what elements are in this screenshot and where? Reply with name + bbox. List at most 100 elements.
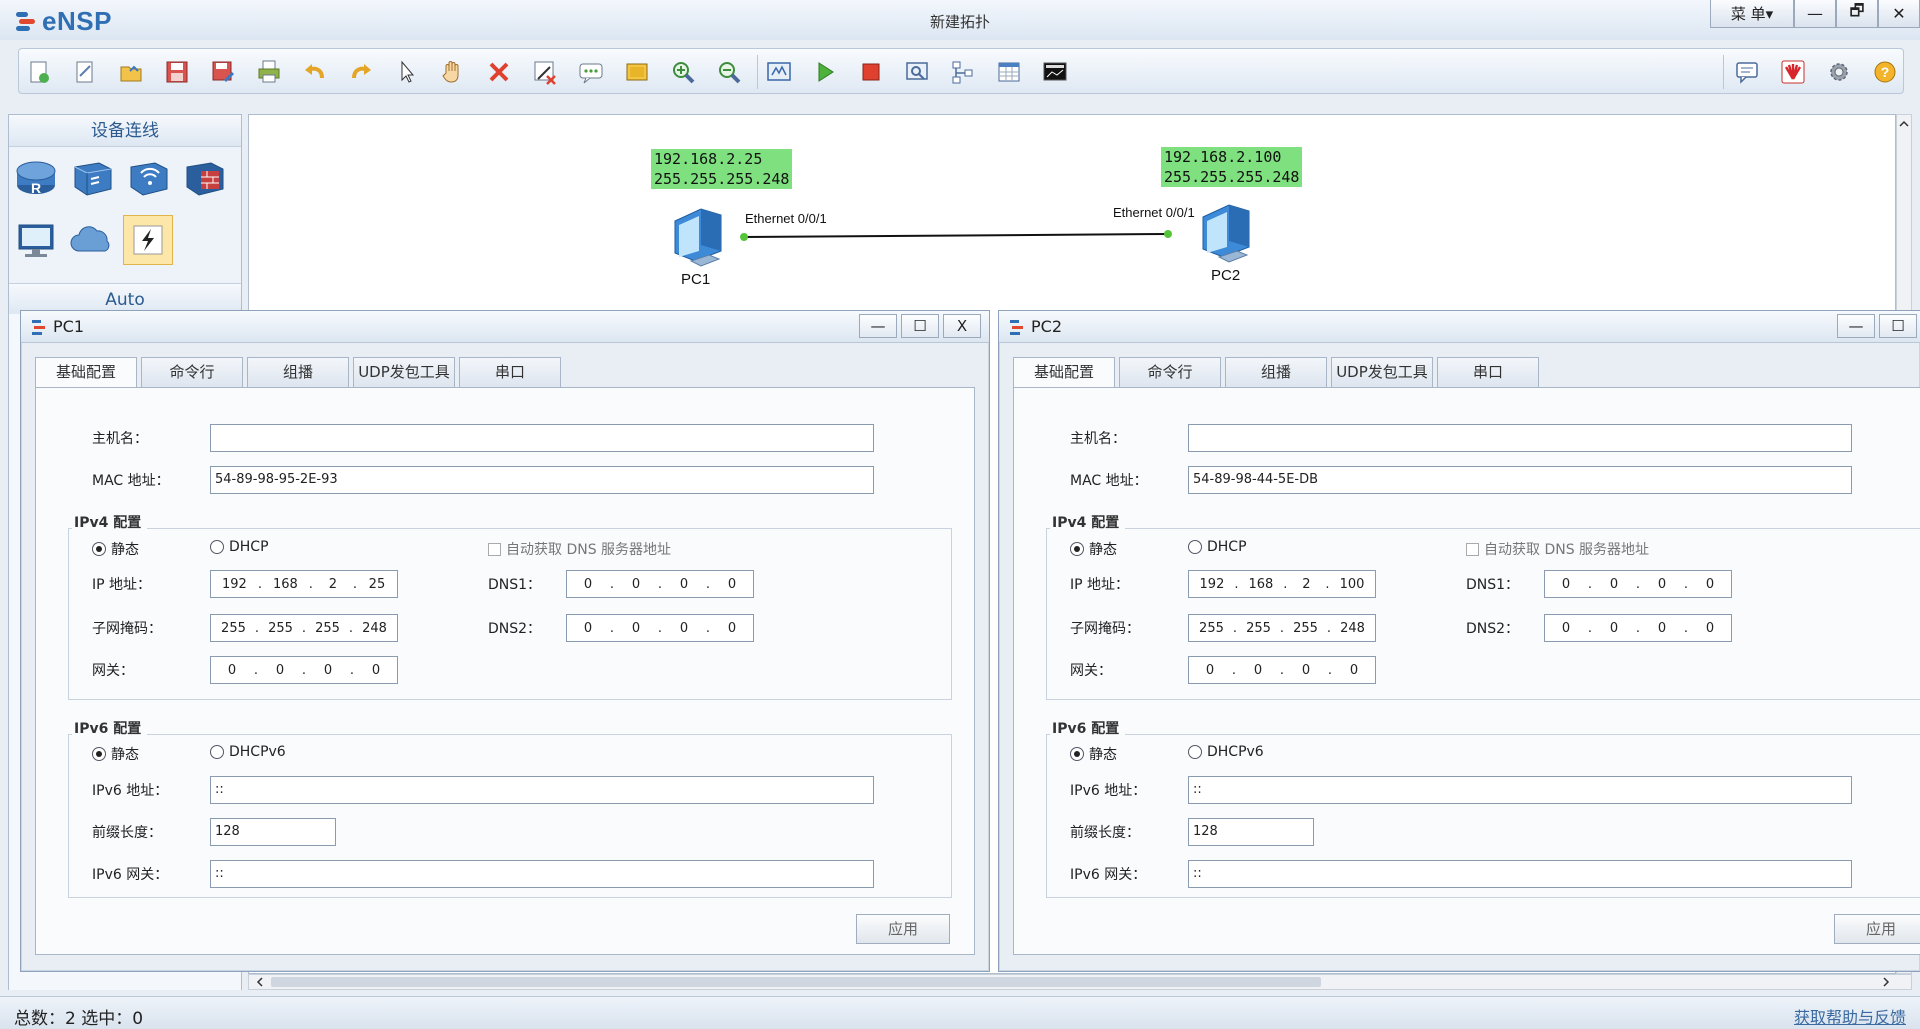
huawei-icon[interactable] <box>1777 56 1809 88</box>
close-button[interactable]: ✕ <box>1878 0 1920 28</box>
wlan-device-icon[interactable] <box>123 153 173 203</box>
dns1-input[interactable]: 0.0.0.0 <box>566 570 754 598</box>
scroll-up-icon <box>1899 120 1909 127</box>
router-device-icon[interactable]: R <box>11 153 61 203</box>
menu-button[interactable]: 菜 单▾ <box>1710 0 1794 28</box>
save-as-icon[interactable] <box>207 56 239 88</box>
pc1-close-button[interactable]: X <box>943 314 981 338</box>
mac-input[interactable]: 54-89-98-44-5E-DB <box>1188 466 1852 494</box>
ipv6-dhcpv6-radio[interactable]: DHCPv6 <box>210 744 286 760</box>
ipv6-gateway-input[interactable]: :: <box>1188 860 1852 888</box>
tab-serial[interactable]: 串口 <box>459 357 561 387</box>
open-icon[interactable] <box>115 56 147 88</box>
toolbar: ? <box>18 48 1904 94</box>
pc2-name-label: PC2 <box>1211 267 1241 284</box>
minimize-button[interactable]: — <box>1794 0 1836 28</box>
gateway-input[interactable]: 0.0.0.0 <box>210 656 398 684</box>
ipv6-gateway-input[interactable]: :: <box>210 860 874 888</box>
undo-icon[interactable] <box>299 56 331 88</box>
text-icon[interactable] <box>575 56 607 88</box>
restore-button[interactable]: 🗗 <box>1836 0 1878 28</box>
ipv4-dhcp-radio[interactable]: DHCP <box>1188 539 1247 555</box>
capture-icon[interactable] <box>901 56 933 88</box>
horizontal-scrollbar[interactable] <box>248 974 1912 990</box>
stop-icon[interactable] <box>855 56 887 88</box>
mac-input[interactable]: 54-89-98-95-2E-93 <box>210 466 874 494</box>
ipv6-static-radio[interactable]: 静态 <box>92 744 139 764</box>
tab-command-line[interactable]: 命令行 <box>1119 357 1221 387</box>
link-layer <box>740 230 1172 241</box>
hostname-label: 主机名： <box>92 431 148 447</box>
auto-dns-checkbox[interactable]: 自动获取 DNS 服务器地址 <box>488 539 671 559</box>
help-icon[interactable]: ? <box>1869 56 1901 88</box>
palette-icon[interactable] <box>621 56 653 88</box>
ipv6-static-radio[interactable]: 静态 <box>1070 744 1117 764</box>
window-title: 新建拓扑 <box>929 13 990 31</box>
apply-button[interactable]: 应用 <box>856 914 950 944</box>
start-icon[interactable] <box>809 56 841 88</box>
tab-basic-config[interactable]: 基础配置 <box>35 357 137 388</box>
pan-icon[interactable] <box>437 56 469 88</box>
ip-label: IP 地址： <box>92 577 152 593</box>
zoom-out-icon[interactable] <box>713 56 745 88</box>
dns2-input[interactable]: 0.0.0.0 <box>566 614 754 642</box>
fit-icon[interactable] <box>763 56 795 88</box>
delete-link-icon[interactable] <box>529 56 561 88</box>
new-example-icon[interactable] <box>69 56 101 88</box>
pc2-node-icon[interactable] <box>1189 199 1261 269</box>
print-icon[interactable] <box>253 56 285 88</box>
ipv4-dhcp-radio[interactable]: DHCP <box>210 539 269 555</box>
auto-dns-checkbox[interactable]: 自动获取 DNS 服务器地址 <box>1466 539 1649 559</box>
prefix-length-input[interactable]: 128 <box>210 818 336 846</box>
ipv6-dhcpv6-radio[interactable]: DHCPv6 <box>1188 744 1264 760</box>
cloud-device-icon[interactable] <box>67 215 117 265</box>
pc-device-icon[interactable] <box>11 215 61 265</box>
tab-basic-config[interactable]: 基础配置 <box>1013 357 1115 388</box>
ipv6-address-input[interactable]: :: <box>1188 776 1852 804</box>
settings-icon[interactable] <box>1823 56 1855 88</box>
ipv6-address-input[interactable]: :: <box>210 776 874 804</box>
hostname-input[interactable] <box>1188 424 1852 452</box>
connector-device-icon[interactable] <box>123 215 173 265</box>
help-feedback-link[interactable]: 获取帮助与反馈 <box>1794 1004 1906 1028</box>
pc1-maximize-button[interactable]: ☐ <box>901 314 939 338</box>
switch-device-icon[interactable] <box>67 153 117 203</box>
chat-icon[interactable] <box>1731 56 1763 88</box>
ipv4-static-radio[interactable]: 静态 <box>1070 539 1117 559</box>
apply-button[interactable]: 应用 <box>1834 914 1920 944</box>
pc1-node-icon[interactable] <box>661 203 733 273</box>
ipv4-static-radio[interactable]: 静态 <box>92 539 139 559</box>
tab-multicast[interactable]: 组播 <box>247 357 349 387</box>
tab-multicast[interactable]: 组播 <box>1225 357 1327 387</box>
pc1-name-label: PC1 <box>681 271 711 288</box>
firewall-device-icon[interactable] <box>179 153 229 203</box>
ip-address-input[interactable]: 192. 168. 2. 100 <box>1188 570 1376 598</box>
gateway-input[interactable]: 0.0.0.0 <box>1188 656 1376 684</box>
console-icon[interactable] <box>1039 56 1071 88</box>
hostname-input[interactable] <box>210 424 874 452</box>
tab-serial[interactable]: 串口 <box>1437 357 1539 387</box>
zoom-in-icon[interactable] <box>667 56 699 88</box>
tab-udp-tool[interactable]: UDP发包工具 <box>1331 357 1433 387</box>
delete-icon[interactable] <box>483 56 515 88</box>
topology-icon[interactable] <box>947 56 979 88</box>
pc1-minimize-button[interactable]: — <box>859 314 897 338</box>
grid-icon[interactable] <box>993 56 1025 88</box>
pc2-maximize-button[interactable]: ☐ <box>1879 314 1917 338</box>
dns1-input[interactable]: 0.0.0.0 <box>1544 570 1732 598</box>
horizontal-scroll-thumb[interactable] <box>271 977 1321 987</box>
tab-command-line[interactable]: 命令行 <box>141 357 243 387</box>
prefix-length-input[interactable]: 128 <box>1188 818 1314 846</box>
redo-icon[interactable] <box>345 56 377 88</box>
subnet-mask-input[interactable]: 255. 255. 255. 248 <box>210 614 398 642</box>
select-icon[interactable] <box>391 56 423 88</box>
subnet-mask-input[interactable]: 255. 255. 255. 248 <box>1188 614 1376 642</box>
pc2-minimize-button[interactable]: — <box>1837 314 1875 338</box>
pc1-window-header[interactable]: PC1 — ☐ X <box>21 311 989 343</box>
pc2-window-header[interactable]: PC2 — ☐ <box>999 311 1920 343</box>
ip-address-input[interactable]: 192. 168. 2. 25 <box>210 570 398 598</box>
tab-udp-tool[interactable]: UDP发包工具 <box>353 357 455 387</box>
new-topo-icon[interactable] <box>23 56 55 88</box>
dns2-input[interactable]: 0.0.0.0 <box>1544 614 1732 642</box>
save-icon[interactable] <box>161 56 193 88</box>
